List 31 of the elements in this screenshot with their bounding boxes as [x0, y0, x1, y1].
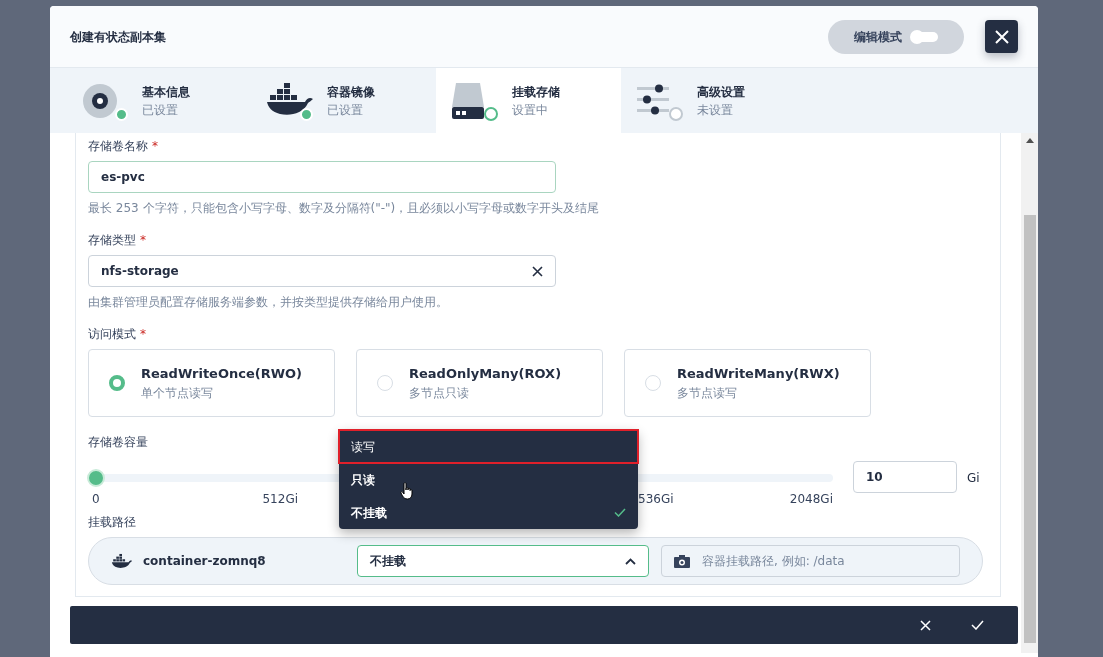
- option-description: 多节点读写: [677, 384, 738, 402]
- step-status: 已设置: [327, 101, 364, 119]
- tick-label: 0: [92, 491, 100, 508]
- dialog-title: 创建有状态副本集: [70, 28, 167, 46]
- field-label: 存储卷容量: [88, 435, 148, 449]
- required-mark: *: [140, 233, 146, 247]
- container-name: container-zomnq8: [143, 553, 267, 570]
- step-status: 未设置: [697, 101, 734, 119]
- step-status: 设置中: [512, 101, 549, 119]
- option-description: 多节点只读: [409, 384, 470, 402]
- step-title: 基本信息: [142, 83, 190, 101]
- option-title: ReadWriteMany(RWX): [677, 365, 840, 384]
- field-label: 存储类型: [88, 233, 136, 247]
- step-title: 挂载存储: [512, 83, 560, 101]
- required-mark: *: [152, 139, 158, 153]
- field-label: 挂载路径: [88, 515, 136, 529]
- step-title: 容器镜像: [327, 83, 375, 101]
- field-label: 存储卷名称: [88, 139, 148, 153]
- option-description: 单个节点读写: [141, 384, 214, 402]
- unit-label: Gi: [967, 470, 980, 487]
- step-status: 已设置: [142, 101, 179, 119]
- option-title: ReadOnlyMany(ROX): [409, 365, 562, 384]
- field-label: 访问模式: [88, 327, 136, 341]
- tick-label: 536Gi: [638, 491, 674, 508]
- required-mark: *: [140, 327, 146, 341]
- option-title: ReadWriteOnce(RWO): [141, 365, 303, 384]
- step-title: 高级设置: [697, 83, 745, 101]
- tick-label: 2048Gi: [789, 491, 833, 508]
- hint-text: 最长 253 个字符，只能包含小写字母、数字及分隔符("-")，且必须以小写字母或数字开头及结尾: [88, 200, 601, 217]
- hint-text: 由集群管理员配置存储服务端参数，并按类型提供存储给用户使用。: [88, 294, 449, 311]
- tick-label: 512Gi: [262, 491, 298, 508]
